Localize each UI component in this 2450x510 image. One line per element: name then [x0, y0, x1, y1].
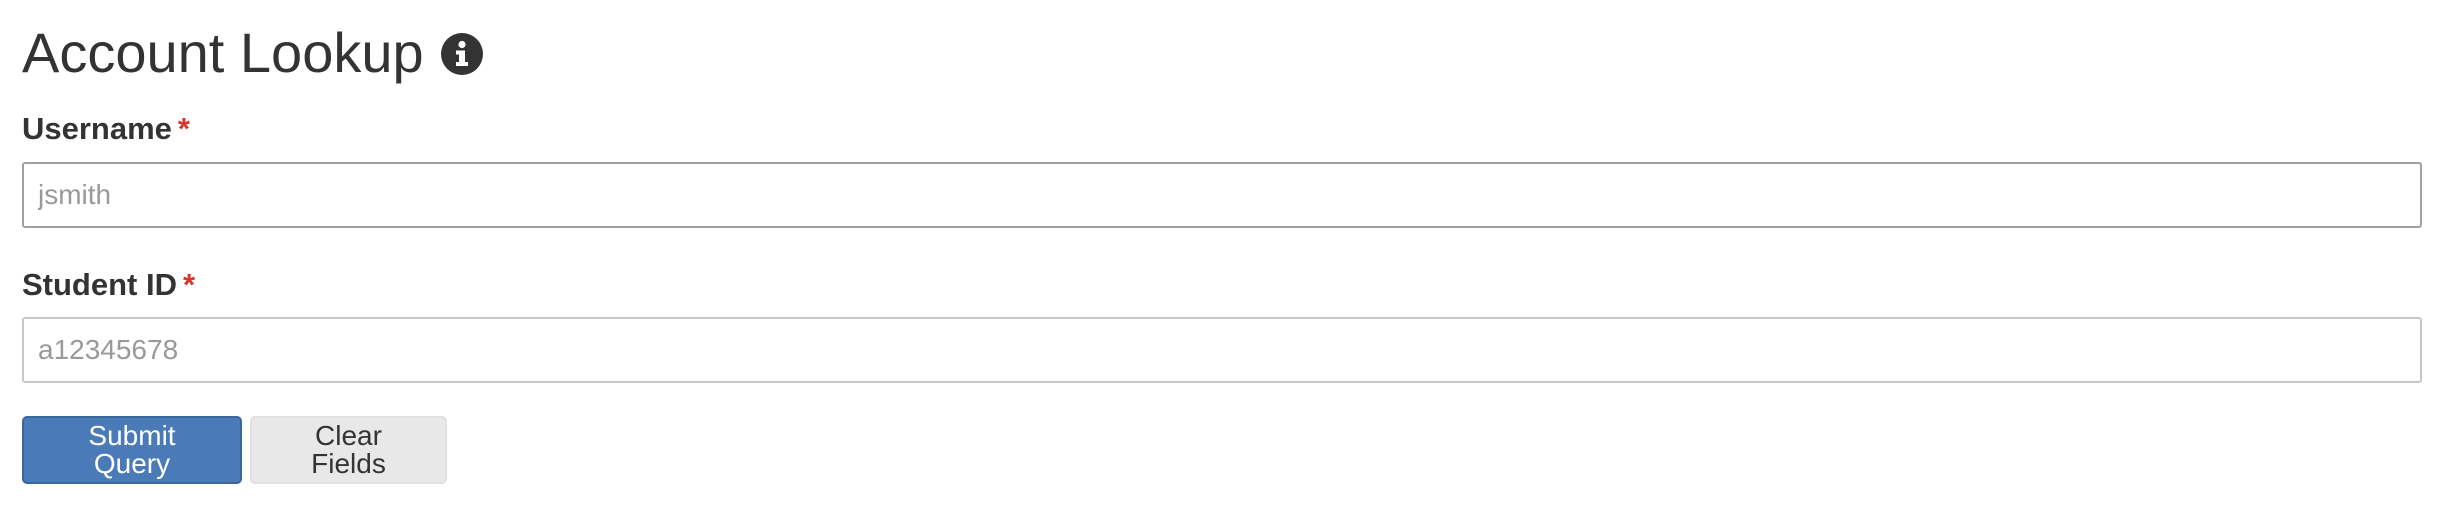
student-id-label-text: Student ID [22, 267, 177, 302]
student-id-required-marker: * [183, 267, 196, 302]
page-title: Account Lookup [22, 21, 424, 84]
title-row: Account Lookup [22, 20, 484, 86]
username-label: Username * [22, 113, 190, 144]
username-input[interactable] [22, 162, 2422, 228]
info-circle-icon[interactable] [440, 32, 484, 76]
username-required-marker: * [177, 111, 190, 146]
student-id-label: Student ID * [22, 269, 195, 300]
student-id-input[interactable] [22, 317, 2422, 383]
submit-query-button[interactable]: Submit Query [22, 416, 242, 484]
clear-fields-button[interactable]: Clear Fields [250, 416, 447, 484]
account-lookup-page: Account Lookup Username* Student ID* Sub… [0, 0, 2450, 510]
username-label-text: Username [22, 111, 172, 146]
